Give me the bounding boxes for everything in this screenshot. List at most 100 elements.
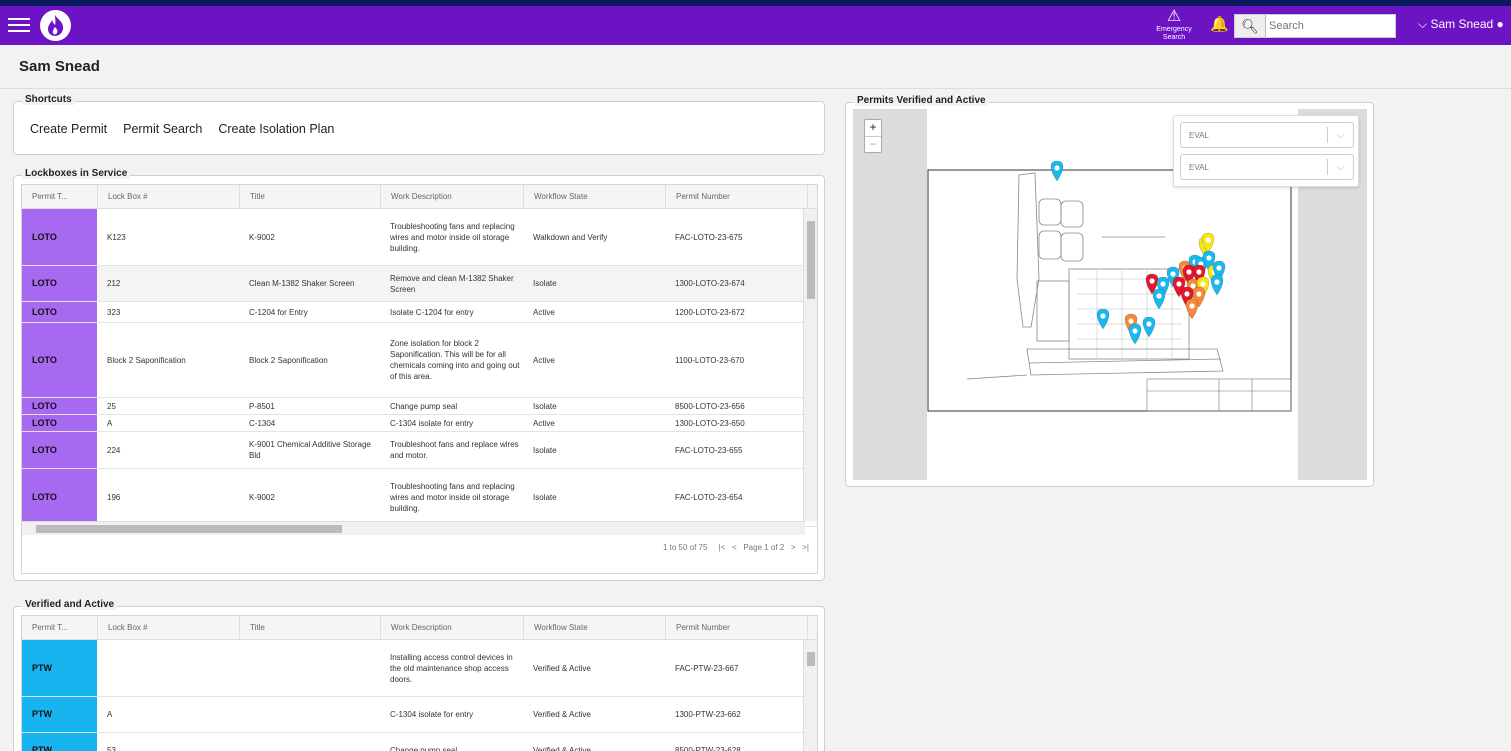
table-row[interactable]: LOTO Block 2 Saponification Block 2 Saponi… <box>22 323 817 398</box>
column-header-permit-type[interactable]: Permit T... <box>22 185 97 209</box>
create-isolation-plan-link[interactable]: Create Isolation Plan <box>218 122 334 136</box>
work-description-cell: C-1304 isolate for entry <box>390 418 474 428</box>
table-row[interactable]: LOTO 25 P-8501 Change pump seal Isolate 8500-… <box>22 398 817 415</box>
lock-box-cell: 25 <box>107 401 116 411</box>
table-row[interactable]: LOTO 323 C-1204 for Entry Isolate C-1204 fo… <box>22 302 817 323</box>
permit-number-cell: 8500-LOTO-23-656 <box>675 401 745 411</box>
permit-number-cell: 8500-PTW-23-628 <box>675 746 741 751</box>
zoom-control: + − <box>864 119 882 153</box>
scrollbar-thumb[interactable] <box>807 652 815 666</box>
title-cell: K-9002 <box>249 493 275 502</box>
title-cell: K-9002 <box>249 232 275 242</box>
verified-active-grid: Permit T... Lock Box # Title Work Descri… <box>21 615 818 751</box>
title-cell: Clean M-1382 Shaker Screen <box>249 279 355 288</box>
filter-1-value: EVAL <box>1189 131 1209 140</box>
chevron-down-icon: ⌵ <box>1327 159 1353 175</box>
table-row[interactable]: PTW A C-1304 isolate for entry Verified & A… <box>22 697 817 733</box>
scrollbar-thumb[interactable] <box>807 221 815 299</box>
permit-search-link[interactable]: Permit Search <box>123 122 202 136</box>
workflow-state-cell: Active <box>533 355 555 365</box>
workflow-state-cell: Verified & Active <box>533 710 591 719</box>
title-cell: C-1304 <box>249 418 276 428</box>
column-header-work-description[interactable]: Work Description <box>380 185 523 209</box>
work-description-cell: Troubleshooting fans and replacing wires… <box>390 221 515 253</box>
column-header-permit-number[interactable]: Permit Number <box>665 185 807 209</box>
permit-number-cell: FAC-PTW-23-667 <box>675 663 739 673</box>
table-row[interactable]: PTW Installing access control devices in … <box>22 640 817 697</box>
table-row[interactable]: PTW 53 Change pump seal Verified & Active 85… <box>22 733 817 751</box>
emergency-search-button[interactable]: ⚠ Emergency Search <box>1156 8 1192 44</box>
next-page-button[interactable]: > <box>791 543 796 552</box>
app-window: ⚠ Emergency Search 🔔 🔍︎ ⌵ Sam Snead ● Sa… <box>0 0 1511 751</box>
menu-icon[interactable] <box>8 14 30 36</box>
verified-active-panel: Verified and Active Permit T... Lock Box… <box>13 599 825 751</box>
title-cell: P-8501 <box>249 401 275 411</box>
last-page-button[interactable]: >| <box>802 543 809 552</box>
map-marker-icon[interactable] <box>1142 316 1156 338</box>
map-filter-select-1[interactable]: EVAL ⌵ <box>1180 122 1354 148</box>
lockboxes-panel: Lockboxes in Service Permit T... Lock Bo… <box>13 168 825 581</box>
map-marker-icon[interactable] <box>1096 308 1110 330</box>
table-row[interactable]: LOTO A C-1304 C-1304 isolate for entry Activ… <box>22 415 817 432</box>
map-filter-select-2[interactable]: EVAL ⌵ <box>1180 154 1354 180</box>
verified-grid-header: Permit T... Lock Box # Title Work Descri… <box>22 616 817 640</box>
table-row[interactable]: LOTO 224 K-9001 Chemical Additive Storage … <box>22 432 817 469</box>
work-description-cell: Change pump seal <box>390 746 458 751</box>
zoom-in-button[interactable]: + <box>865 120 881 136</box>
map-marker-icon[interactable] <box>1210 274 1224 296</box>
permit-type-cell: PTW <box>22 640 97 696</box>
workflow-state-cell: Walkdown and Verify <box>533 232 608 242</box>
bell-icon[interactable]: 🔔 <box>1210 15 1229 33</box>
column-header-permit-type[interactable]: Permit T... <box>22 616 97 640</box>
create-permit-link[interactable]: Create Permit <box>30 122 107 136</box>
column-header-permit-number[interactable]: Permit Number <box>665 616 807 640</box>
column-header-lock-box[interactable]: Lock Box # <box>97 616 239 640</box>
zoom-out-button[interactable]: − <box>865 136 881 152</box>
column-header-workflow-state[interactable]: Workflow State <box>523 616 665 640</box>
workflow-state-cell: Isolate <box>533 493 557 502</box>
table-row[interactable]: LOTO 196 K-9002 Troubleshooting fans and re… <box>22 469 817 527</box>
permit-type-cell: LOTO <box>22 415 97 431</box>
lockboxes-horizontal-scrollbar[interactable] <box>22 521 805 535</box>
scrollbar-thumb[interactable] <box>36 525 342 533</box>
map-marker-icon[interactable] <box>1050 160 1064 182</box>
column-header-overflow <box>807 616 817 640</box>
lockboxes-pager: 1 to 50 of 75 |< < Page 1 of 2 > >| <box>663 543 809 552</box>
map-marker-icon[interactable] <box>1128 323 1142 345</box>
search-input[interactable] <box>1269 17 1391 35</box>
work-description-cell: Troubleshoot fans and replace wires and … <box>390 440 519 460</box>
global-search: 🔍︎ <box>1234 14 1396 38</box>
map-marker-icon[interactable] <box>1152 288 1166 310</box>
permit-number-cell: 1300-PTW-23-662 <box>675 710 741 719</box>
map-marker-icon[interactable] <box>1185 298 1199 320</box>
chevron-down-icon: ⌵ <box>1327 127 1353 143</box>
permit-number-cell: 1300-LOTO-23-650 <box>675 418 745 428</box>
user-menu[interactable]: ⌵ Sam Snead ● <box>1418 17 1504 32</box>
workflow-state-cell: Isolate <box>533 401 557 411</box>
page-indicator: Page 1 of 2 <box>743 543 785 552</box>
work-description-cell: Installing access control devices in the… <box>390 652 513 684</box>
work-description-cell: Remove and clean M-1382 Shaker Screen <box>390 273 514 294</box>
lockboxes-vertical-scrollbar[interactable] <box>803 209 817 521</box>
title-divider <box>0 88 1511 89</box>
site-map[interactable]: + − EVAL ⌵ EVAL ⌵ <box>853 109 1367 480</box>
work-description-cell: Change pump seal <box>390 401 458 411</box>
verified-vertical-scrollbar[interactable] <box>803 640 817 751</box>
permit-type-cell: LOTO <box>22 209 97 265</box>
lock-box-cell: Block 2 Saponification <box>107 355 186 365</box>
user-account-icon: ● <box>1496 17 1504 31</box>
column-header-lock-box[interactable]: Lock Box # <box>97 185 239 209</box>
column-header-title[interactable]: Title <box>239 616 380 640</box>
first-page-button[interactable]: |< <box>719 543 726 552</box>
search-icon[interactable]: 🔍︎ <box>1235 15 1266 37</box>
chevron-down-icon: ⌵ <box>1418 17 1428 31</box>
app-logo[interactable] <box>40 10 71 41</box>
prev-page-button[interactable]: < <box>732 543 737 552</box>
lock-box-cell <box>97 640 239 696</box>
column-header-workflow-state[interactable]: Workflow State <box>523 185 665 209</box>
column-header-work-description[interactable]: Work Description <box>380 616 523 640</box>
filter-2-value: EVAL <box>1189 163 1209 172</box>
table-row[interactable]: LOTO K123 K-9002 Troubleshooting fans and r… <box>22 209 817 266</box>
column-header-title[interactable]: Title <box>239 185 380 209</box>
table-row[interactable]: LOTO 212 Clean M-1382 Shaker Screen Remove … <box>22 266 817 302</box>
